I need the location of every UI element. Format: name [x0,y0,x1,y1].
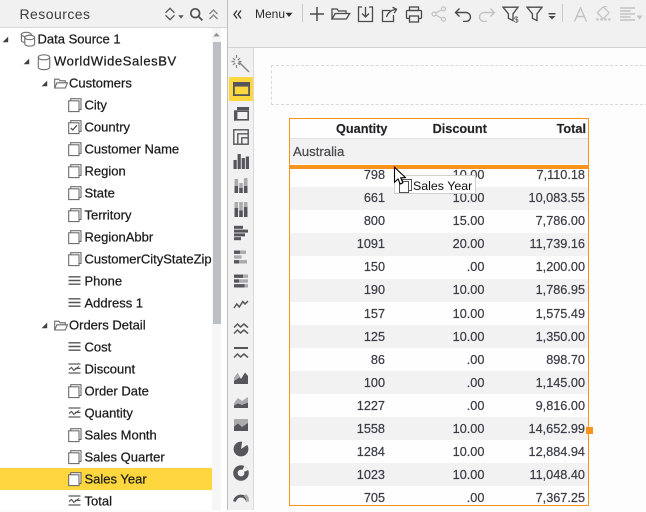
svg-text:$: $ [514,15,519,23]
